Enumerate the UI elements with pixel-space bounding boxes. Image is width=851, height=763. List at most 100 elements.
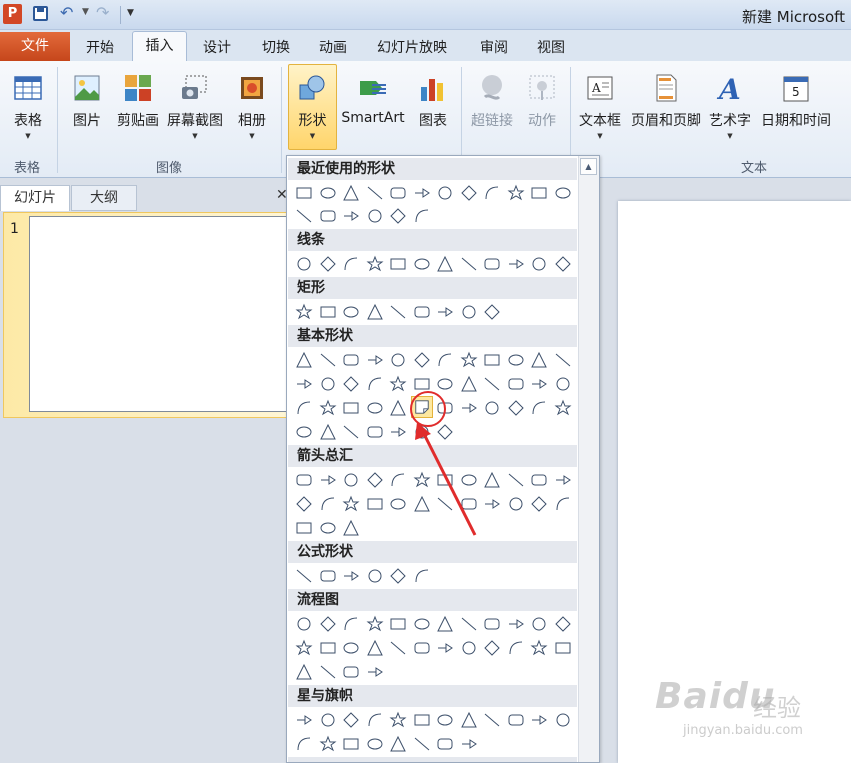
shape-option-icon[interactable] (436, 303, 454, 321)
tab-review[interactable]: 审阅 (480, 37, 508, 57)
shape-option-icon[interactable] (436, 615, 454, 633)
shape-option-icon[interactable] (366, 495, 384, 513)
shape-option-icon[interactable] (319, 351, 337, 369)
shape-option-icon[interactable] (319, 471, 337, 489)
shape-option-icon[interactable] (295, 639, 313, 657)
shape-option-icon[interactable] (413, 711, 431, 729)
shape-option-icon[interactable] (295, 495, 313, 513)
shape-option-icon[interactable] (366, 639, 384, 657)
shape-option-icon[interactable] (413, 303, 431, 321)
shape-option-icon[interactable] (554, 615, 572, 633)
shape-option-icon[interactable] (554, 471, 572, 489)
shape-option-icon[interactable] (530, 615, 548, 633)
shape-option-icon[interactable] (342, 399, 360, 417)
shape-option-icon[interactable] (295, 399, 313, 417)
shape-option-icon[interactable] (366, 567, 384, 585)
shape-option-icon[interactable] (342, 495, 360, 513)
shape-option-icon[interactable] (295, 375, 313, 393)
shape-option-icon[interactable] (483, 351, 501, 369)
shape-option-icon[interactable] (366, 399, 384, 417)
scrollbar[interactable] (578, 156, 599, 762)
shape-option-icon[interactable] (366, 303, 384, 321)
tab-view[interactable]: 视图 (537, 37, 565, 57)
shape-option-icon[interactable] (319, 399, 337, 417)
shape-option-icon[interactable] (366, 663, 384, 681)
shape-option-icon[interactable] (319, 495, 337, 513)
shape-option-icon[interactable] (342, 471, 360, 489)
shape-option-icon[interactable] (389, 615, 407, 633)
shape-option-icon[interactable] (554, 639, 572, 657)
shape-option-icon[interactable] (554, 399, 572, 417)
shape-option-icon[interactable] (483, 375, 501, 393)
shape-option-icon[interactable] (436, 711, 454, 729)
shape-option-icon[interactable] (366, 207, 384, 225)
shape-option-icon[interactable] (460, 615, 478, 633)
shape-option-icon[interactable] (436, 639, 454, 657)
shape-option-icon[interactable] (389, 375, 407, 393)
tab-slideshow[interactable]: 幻灯片放映 (377, 37, 447, 57)
powerpoint-app-icon[interactable]: P (3, 4, 22, 24)
shape-option-icon[interactable] (507, 184, 525, 202)
shape-option-icon[interactable] (460, 639, 478, 657)
shape-option-icon[interactable] (366, 471, 384, 489)
shape-option-icon[interactable] (554, 351, 572, 369)
shape-option-icon[interactable] (483, 255, 501, 273)
shape-option-icon[interactable] (507, 639, 525, 657)
shape-option-icon[interactable] (413, 735, 431, 753)
tab-transitions[interactable]: 切换 (262, 37, 290, 57)
shape-option-icon[interactable] (366, 351, 384, 369)
shape-option-icon[interactable] (342, 184, 360, 202)
tab-insert[interactable]: 插入 (132, 31, 187, 62)
undo-icon[interactable]: ↶ (60, 3, 73, 22)
shape-option-icon[interactable] (295, 567, 313, 585)
tab-design[interactable]: 设计 (203, 37, 231, 57)
shape-option-icon[interactable] (295, 184, 313, 202)
shape-option-icon[interactable] (460, 184, 478, 202)
undo-dropdown-icon[interactable]: ▼ (82, 7, 89, 17)
shape-option-icon[interactable] (554, 711, 572, 729)
shape-option-icon[interactable] (295, 423, 313, 441)
redo-icon[interactable]: ↷ (96, 3, 109, 22)
tab-home[interactable]: 开始 (86, 37, 114, 57)
shape-option-icon[interactable] (295, 615, 313, 633)
shape-option-icon[interactable] (342, 423, 360, 441)
shape-option-icon[interactable] (507, 351, 525, 369)
shape-option-icon[interactable] (342, 375, 360, 393)
shape-option-icon[interactable] (530, 495, 548, 513)
shape-option-icon[interactable] (554, 375, 572, 393)
customize-toolbar-icon[interactable]: ▼ (127, 8, 134, 18)
shape-option-icon[interactable] (295, 471, 313, 489)
shape-option-icon[interactable] (342, 735, 360, 753)
shape-option-icon[interactable] (413, 351, 431, 369)
shape-option-icon[interactable] (507, 495, 525, 513)
shape-option-icon[interactable] (319, 639, 337, 657)
shape-option-icon[interactable] (366, 735, 384, 753)
shape-option-icon[interactable] (366, 375, 384, 393)
shape-option-icon[interactable] (342, 303, 360, 321)
shape-option-icon[interactable] (319, 735, 337, 753)
shape-option-icon[interactable] (413, 207, 431, 225)
shape-option-icon[interactable] (530, 471, 548, 489)
shape-option-icon[interactable] (342, 207, 360, 225)
shape-option-icon[interactable] (413, 184, 431, 202)
shape-option-icon[interactable] (342, 255, 360, 273)
shape-option-icon[interactable] (295, 255, 313, 273)
scroll-up-icon[interactable]: ▲ (580, 158, 597, 175)
shape-option-icon[interactable] (507, 255, 525, 273)
shape-option-icon[interactable] (295, 207, 313, 225)
shape-option-icon[interactable] (389, 207, 407, 225)
tab-file[interactable]: 文件 (0, 32, 70, 61)
shape-option-icon[interactable] (366, 184, 384, 202)
shape-option-icon[interactable] (342, 351, 360, 369)
shape-option-icon[interactable] (554, 255, 572, 273)
shape-option-icon[interactable] (319, 303, 337, 321)
tab-animations[interactable]: 动画 (319, 37, 347, 57)
shape-option-icon[interactable] (413, 567, 431, 585)
shape-option-icon[interactable] (554, 495, 572, 513)
shape-option-icon[interactable] (530, 399, 548, 417)
shape-option-icon[interactable] (319, 255, 337, 273)
shape-option-icon[interactable] (342, 711, 360, 729)
shape-option-icon[interactable] (507, 711, 525, 729)
shape-option-icon[interactable] (507, 615, 525, 633)
shape-option-icon[interactable] (342, 615, 360, 633)
